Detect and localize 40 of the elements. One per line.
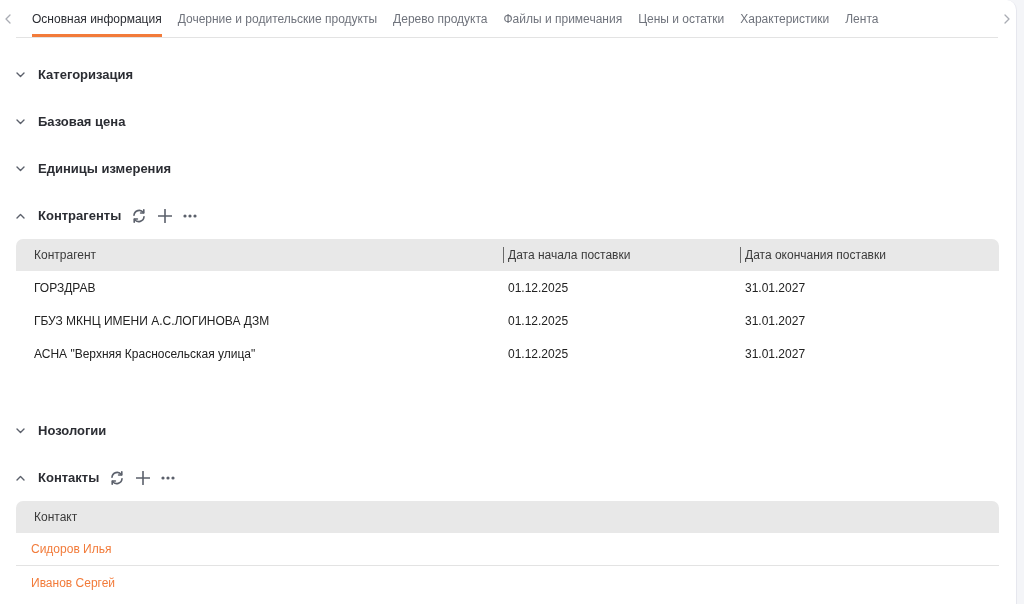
tab[interactable]: Основная информация bbox=[32, 0, 162, 37]
tab[interactable]: Дерево продукта bbox=[393, 0, 488, 37]
table-cell-text: 01.12.2025 bbox=[507, 279, 570, 297]
chevron-up-icon[interactable] bbox=[16, 474, 25, 481]
contact-link[interactable]: Сидоров Илья bbox=[31, 542, 112, 556]
tab[interactable]: Файлы и примечания bbox=[503, 0, 623, 37]
chevron-down-icon[interactable] bbox=[16, 71, 25, 78]
table-cell-text: ГОРЗДРАВ bbox=[33, 279, 97, 297]
table-cell-text: 01.12.2025 bbox=[507, 312, 570, 330]
chevron-down-icon[interactable] bbox=[16, 118, 25, 125]
refresh-icon[interactable] bbox=[131, 207, 148, 224]
column-header: Контрагент bbox=[16, 239, 503, 271]
tab[interactable]: Дочерние и родительские продукты bbox=[177, 0, 378, 37]
section-title: Нозологии bbox=[38, 421, 107, 440]
refresh-icon[interactable] bbox=[109, 469, 126, 486]
column-header: Дата окончания поставки bbox=[740, 239, 999, 271]
section-title: Контрагенты bbox=[38, 206, 122, 225]
contact-link[interactable]: Иванов Сергей bbox=[31, 575, 116, 590]
section-title: Категоризация bbox=[38, 65, 134, 84]
column-header: Контакт bbox=[16, 501, 999, 533]
chevron-up-icon[interactable] bbox=[16, 212, 25, 219]
tab[interactable]: Лента bbox=[845, 0, 879, 37]
ellipsis-icon[interactable] bbox=[183, 213, 198, 218]
table-cell-text: 31.01.2027 bbox=[744, 312, 807, 330]
table-cell-text: 01.12.2025 bbox=[507, 345, 570, 363]
chevron-down-icon[interactable] bbox=[16, 165, 25, 172]
ellipsis-icon[interactable] bbox=[161, 475, 176, 480]
tab[interactable]: Цены и остатки bbox=[638, 0, 725, 37]
tab[interactable]: Характеристики bbox=[740, 0, 830, 37]
plus-icon[interactable] bbox=[158, 208, 173, 223]
table-cell-text: ГБУЗ МКНЦ ИМЕНИ А.С.ЛОГИНОВА ДЗМ bbox=[33, 312, 271, 330]
section-title: Контакты bbox=[38, 468, 100, 487]
table-cell-text: 31.01.2027 bbox=[744, 345, 807, 363]
table-cell-text: АСНА "Верхняя Красносельская улица" bbox=[33, 345, 257, 363]
table-cell-text: 31.01.2027 bbox=[744, 279, 807, 297]
section-title: Базовая цена bbox=[38, 112, 126, 131]
column-header: Дата начала поставки bbox=[503, 239, 740, 271]
plus-icon[interactable] bbox=[136, 470, 151, 485]
section-title: Единицы измерения bbox=[38, 159, 172, 178]
chevron-down-icon[interactable] bbox=[16, 427, 25, 434]
